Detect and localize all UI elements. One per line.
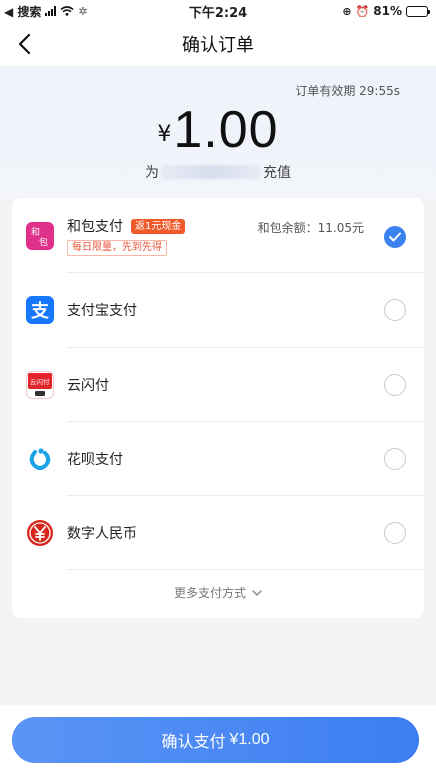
expiry-label: 订单有效期 [295,84,356,98]
order-amount: ¥1.00 [0,100,436,160]
orientation-lock-icon: ⊕ [342,4,352,18]
more-label: 更多支付方式 [173,586,246,600]
checkmark-icon [389,232,401,242]
method-name: 支付宝支付 [67,303,137,319]
method-name: 花呗支付 [67,452,123,468]
footer-bar: 确认支付 ¥1.00 [0,705,436,773]
alipay-logo-icon: 支 [26,296,54,324]
digital-rmb-logo-icon [26,519,54,547]
recharge-prefix: 为 [145,165,159,181]
pay-button-label: 确认支付 [161,734,226,751]
order-summary: 订单有效期 29:55s ¥1.00 为 充值 [0,66,436,196]
radio-unselected[interactable] [384,448,406,470]
battery-percent: 81% [373,4,402,18]
chevron-left-icon [18,33,31,55]
method-name: 数字人民币 [67,526,137,542]
recharge-suffix: 充值 [263,165,291,181]
divider [67,569,424,570]
payment-method-huabei[interactable]: 花呗支付 [12,422,424,496]
radio-unselected[interactable] [384,299,406,321]
unionpay-quickpass-logo-icon: 云闪付 [26,371,54,399]
page-title: 确认订单 [182,35,254,56]
wifi-icon [60,6,74,16]
status-left: ◀ 搜索 ✲ [4,3,88,20]
recharge-target: 为 充值 [0,162,436,182]
nav-bar: 确认订单 [0,22,436,66]
back-to-app-label[interactable]: ◀ 搜索 [4,3,41,20]
status-right: ⊕ ⏰ 81% [342,4,430,18]
more-payment-methods[interactable]: 更多支付方式 [12,584,424,601]
radio-unselected[interactable] [384,522,406,544]
limited-offer-tag: 每日限量，先到先得 [67,240,167,256]
pay-button-amount: ¥1.00 [229,731,270,748]
hebao-balance: 和包余额：11.05元 [258,219,364,236]
payment-method-alipay[interactable]: 支 支付宝支付 [12,273,424,347]
cellular-signal-icon [45,6,57,16]
payment-method-unionpay[interactable]: 云闪付 云闪付 [12,348,424,422]
confirm-pay-button[interactable]: 确认支付 ¥1.00 [12,717,419,763]
huabei-logo-icon [26,445,54,473]
back-button[interactable] [10,30,38,58]
svg-text:和: 和 [31,227,40,238]
battery-icon [406,5,430,17]
chevron-down-icon [252,589,262,596]
radio-selected[interactable] [384,226,406,248]
payment-method-digital-rmb[interactable]: 数字人民币 [12,496,424,570]
cashback-badge: 返1元现金 [131,219,186,234]
alarm-icon: ⏰ [355,4,370,18]
svg-text:包: 包 [39,236,48,248]
balance-value: 11.05元 [317,221,364,235]
method-name: 和包支付 [67,219,123,235]
expiry-time: 29:55s [359,84,400,98]
order-expiry: 订单有效期 29:55s [295,82,400,99]
svg-text:支: 支 [30,300,50,322]
hebao-logo-icon: 和包 [26,222,54,250]
payment-method-hebao[interactable]: 和包 和包支付 返1元现金 每日限量，先到先得 和包余额：11.05元 [12,198,424,272]
balance-label: 和包余额： [257,221,318,235]
svg-text:云闪付: 云闪付 [30,377,50,386]
masked-phone-number [161,165,261,179]
amount-value: 1.00 [173,101,279,159]
currency-symbol: ¥ [157,122,172,147]
status-bar: ◀ 搜索 ✲ 下午2:24 ⊕ ⏰ 81% [0,0,436,22]
payment-methods-card: 和包 和包支付 返1元现金 每日限量，先到先得 和包余额：11.05元 支 支付… [12,198,424,618]
loading-spinner-icon: ✲ [78,4,88,18]
radio-unselected[interactable] [384,374,406,396]
method-name: 云闪付 [67,378,109,394]
